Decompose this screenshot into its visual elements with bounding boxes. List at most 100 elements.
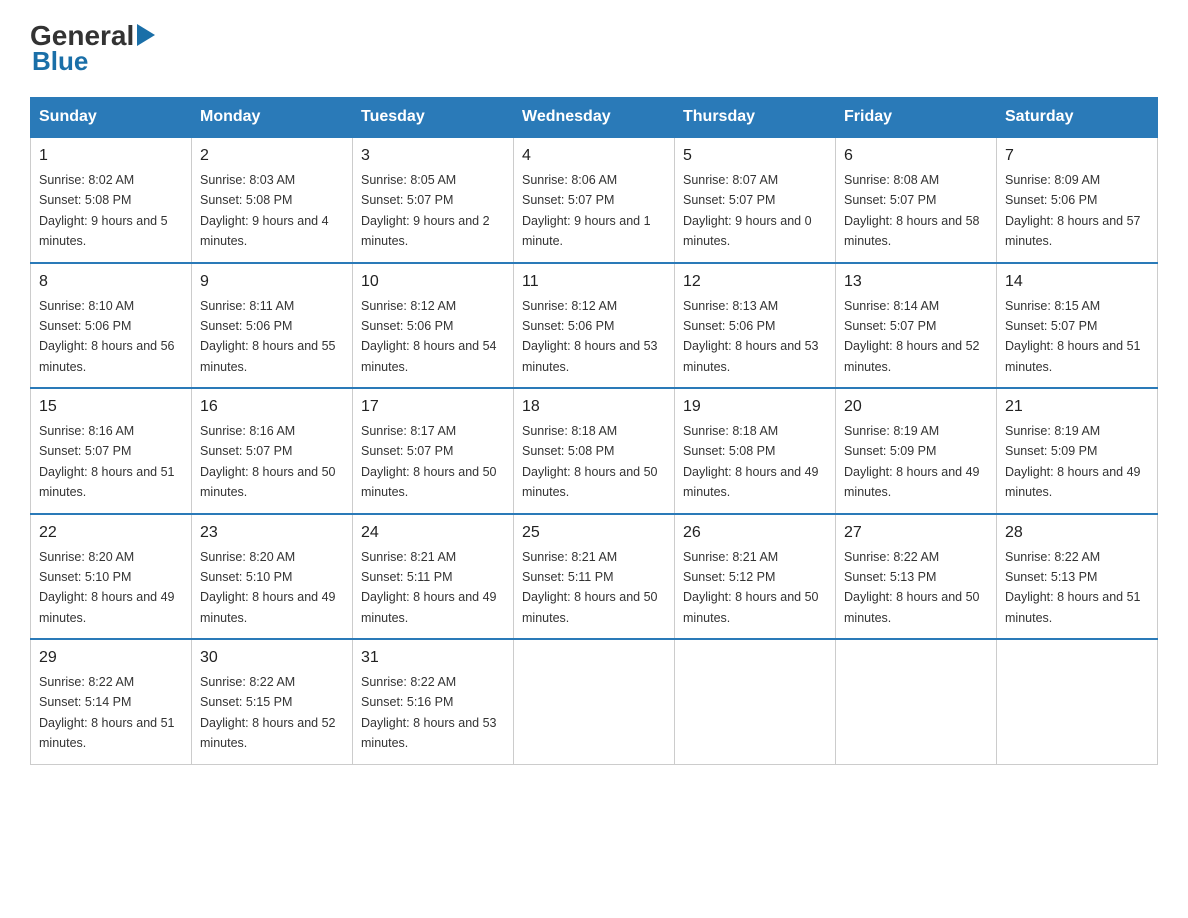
day-number: 18 (522, 395, 666, 419)
day-number: 5 (683, 144, 827, 168)
day-info: Sunrise: 8:22 AMSunset: 5:13 PMDaylight:… (844, 550, 980, 625)
day-cell: 27 Sunrise: 8:22 AMSunset: 5:13 PMDaylig… (836, 514, 997, 640)
day-number: 15 (39, 395, 183, 419)
day-cell: 29 Sunrise: 8:22 AMSunset: 5:14 PMDaylig… (31, 639, 192, 764)
day-cell (675, 639, 836, 764)
day-info: Sunrise: 8:22 AMSunset: 5:15 PMDaylight:… (200, 675, 336, 750)
day-info: Sunrise: 8:09 AMSunset: 5:06 PMDaylight:… (1005, 173, 1141, 248)
day-info: Sunrise: 8:07 AMSunset: 5:07 PMDaylight:… (683, 173, 812, 248)
day-number: 26 (683, 521, 827, 545)
day-cell: 18 Sunrise: 8:18 AMSunset: 5:08 PMDaylig… (514, 388, 675, 514)
day-cell: 2 Sunrise: 8:03 AMSunset: 5:08 PMDayligh… (192, 137, 353, 263)
day-info: Sunrise: 8:21 AMSunset: 5:11 PMDaylight:… (361, 550, 497, 625)
day-cell: 1 Sunrise: 8:02 AMSunset: 5:08 PMDayligh… (31, 137, 192, 263)
day-cell: 17 Sunrise: 8:17 AMSunset: 5:07 PMDaylig… (353, 388, 514, 514)
day-info: Sunrise: 8:10 AMSunset: 5:06 PMDaylight:… (39, 299, 175, 374)
day-cell (514, 639, 675, 764)
day-number: 9 (200, 270, 344, 294)
day-cell: 16 Sunrise: 8:16 AMSunset: 5:07 PMDaylig… (192, 388, 353, 514)
day-cell: 13 Sunrise: 8:14 AMSunset: 5:07 PMDaylig… (836, 263, 997, 389)
day-info: Sunrise: 8:21 AMSunset: 5:12 PMDaylight:… (683, 550, 819, 625)
logo: General Blue (30, 20, 155, 77)
day-number: 22 (39, 521, 183, 545)
day-info: Sunrise: 8:20 AMSunset: 5:10 PMDaylight:… (39, 550, 175, 625)
week-row-5: 29 Sunrise: 8:22 AMSunset: 5:14 PMDaylig… (31, 639, 1158, 764)
day-cell: 28 Sunrise: 8:22 AMSunset: 5:13 PMDaylig… (997, 514, 1158, 640)
day-number: 13 (844, 270, 988, 294)
day-number: 27 (844, 521, 988, 545)
day-info: Sunrise: 8:06 AMSunset: 5:07 PMDaylight:… (522, 173, 651, 248)
day-info: Sunrise: 8:16 AMSunset: 5:07 PMDaylight:… (200, 424, 336, 499)
day-info: Sunrise: 8:12 AMSunset: 5:06 PMDaylight:… (361, 299, 497, 374)
day-info: Sunrise: 8:11 AMSunset: 5:06 PMDaylight:… (200, 299, 336, 374)
day-cell: 10 Sunrise: 8:12 AMSunset: 5:06 PMDaylig… (353, 263, 514, 389)
day-info: Sunrise: 8:05 AMSunset: 5:07 PMDaylight:… (361, 173, 490, 248)
day-cell: 12 Sunrise: 8:13 AMSunset: 5:06 PMDaylig… (675, 263, 836, 389)
day-cell: 5 Sunrise: 8:07 AMSunset: 5:07 PMDayligh… (675, 137, 836, 263)
day-number: 30 (200, 646, 344, 670)
day-cell: 19 Sunrise: 8:18 AMSunset: 5:08 PMDaylig… (675, 388, 836, 514)
day-info: Sunrise: 8:14 AMSunset: 5:07 PMDaylight:… (844, 299, 980, 374)
day-number: 31 (361, 646, 505, 670)
week-row-1: 1 Sunrise: 8:02 AMSunset: 5:08 PMDayligh… (31, 137, 1158, 263)
header-wednesday: Wednesday (514, 98, 675, 138)
week-row-4: 22 Sunrise: 8:20 AMSunset: 5:10 PMDaylig… (31, 514, 1158, 640)
day-info: Sunrise: 8:22 AMSunset: 5:16 PMDaylight:… (361, 675, 497, 750)
day-number: 14 (1005, 270, 1149, 294)
day-cell (997, 639, 1158, 764)
week-row-3: 15 Sunrise: 8:16 AMSunset: 5:07 PMDaylig… (31, 388, 1158, 514)
day-cell: 24 Sunrise: 8:21 AMSunset: 5:11 PMDaylig… (353, 514, 514, 640)
header-saturday: Saturday (997, 98, 1158, 138)
header-thursday: Thursday (675, 98, 836, 138)
day-info: Sunrise: 8:12 AMSunset: 5:06 PMDaylight:… (522, 299, 658, 374)
day-cell: 8 Sunrise: 8:10 AMSunset: 5:06 PMDayligh… (31, 263, 192, 389)
day-info: Sunrise: 8:22 AMSunset: 5:13 PMDaylight:… (1005, 550, 1141, 625)
day-number: 3 (361, 144, 505, 168)
day-cell: 4 Sunrise: 8:06 AMSunset: 5:07 PMDayligh… (514, 137, 675, 263)
day-info: Sunrise: 8:21 AMSunset: 5:11 PMDaylight:… (522, 550, 658, 625)
day-info: Sunrise: 8:18 AMSunset: 5:08 PMDaylight:… (683, 424, 819, 499)
day-number: 10 (361, 270, 505, 294)
day-number: 7 (1005, 144, 1149, 168)
day-info: Sunrise: 8:13 AMSunset: 5:06 PMDaylight:… (683, 299, 819, 374)
day-cell: 25 Sunrise: 8:21 AMSunset: 5:11 PMDaylig… (514, 514, 675, 640)
logo-blue-text: Blue (32, 46, 88, 77)
day-info: Sunrise: 8:17 AMSunset: 5:07 PMDaylight:… (361, 424, 497, 499)
day-cell: 20 Sunrise: 8:19 AMSunset: 5:09 PMDaylig… (836, 388, 997, 514)
day-cell: 30 Sunrise: 8:22 AMSunset: 5:15 PMDaylig… (192, 639, 353, 764)
day-cell: 21 Sunrise: 8:19 AMSunset: 5:09 PMDaylig… (997, 388, 1158, 514)
day-cell: 7 Sunrise: 8:09 AMSunset: 5:06 PMDayligh… (997, 137, 1158, 263)
day-info: Sunrise: 8:19 AMSunset: 5:09 PMDaylight:… (1005, 424, 1141, 499)
day-cell: 22 Sunrise: 8:20 AMSunset: 5:10 PMDaylig… (31, 514, 192, 640)
day-number: 23 (200, 521, 344, 545)
day-number: 16 (200, 395, 344, 419)
day-info: Sunrise: 8:19 AMSunset: 5:09 PMDaylight:… (844, 424, 980, 499)
calendar-table: SundayMondayTuesdayWednesdayThursdayFrid… (30, 97, 1158, 765)
day-info: Sunrise: 8:20 AMSunset: 5:10 PMDaylight:… (200, 550, 336, 625)
day-info: Sunrise: 8:03 AMSunset: 5:08 PMDaylight:… (200, 173, 329, 248)
header-tuesday: Tuesday (353, 98, 514, 138)
day-number: 8 (39, 270, 183, 294)
day-cell: 11 Sunrise: 8:12 AMSunset: 5:06 PMDaylig… (514, 263, 675, 389)
day-number: 28 (1005, 521, 1149, 545)
header-monday: Monday (192, 98, 353, 138)
day-number: 4 (522, 144, 666, 168)
day-number: 17 (361, 395, 505, 419)
day-cell: 6 Sunrise: 8:08 AMSunset: 5:07 PMDayligh… (836, 137, 997, 263)
day-cell: 3 Sunrise: 8:05 AMSunset: 5:07 PMDayligh… (353, 137, 514, 263)
day-cell: 9 Sunrise: 8:11 AMSunset: 5:06 PMDayligh… (192, 263, 353, 389)
day-number: 29 (39, 646, 183, 670)
day-cell: 15 Sunrise: 8:16 AMSunset: 5:07 PMDaylig… (31, 388, 192, 514)
header-friday: Friday (836, 98, 997, 138)
day-cell: 31 Sunrise: 8:22 AMSunset: 5:16 PMDaylig… (353, 639, 514, 764)
day-cell (836, 639, 997, 764)
day-info: Sunrise: 8:16 AMSunset: 5:07 PMDaylight:… (39, 424, 175, 499)
day-number: 2 (200, 144, 344, 168)
day-number: 6 (844, 144, 988, 168)
day-number: 19 (683, 395, 827, 419)
day-number: 11 (522, 270, 666, 294)
day-info: Sunrise: 8:18 AMSunset: 5:08 PMDaylight:… (522, 424, 658, 499)
day-number: 24 (361, 521, 505, 545)
day-cell: 23 Sunrise: 8:20 AMSunset: 5:10 PMDaylig… (192, 514, 353, 640)
day-number: 1 (39, 144, 183, 168)
